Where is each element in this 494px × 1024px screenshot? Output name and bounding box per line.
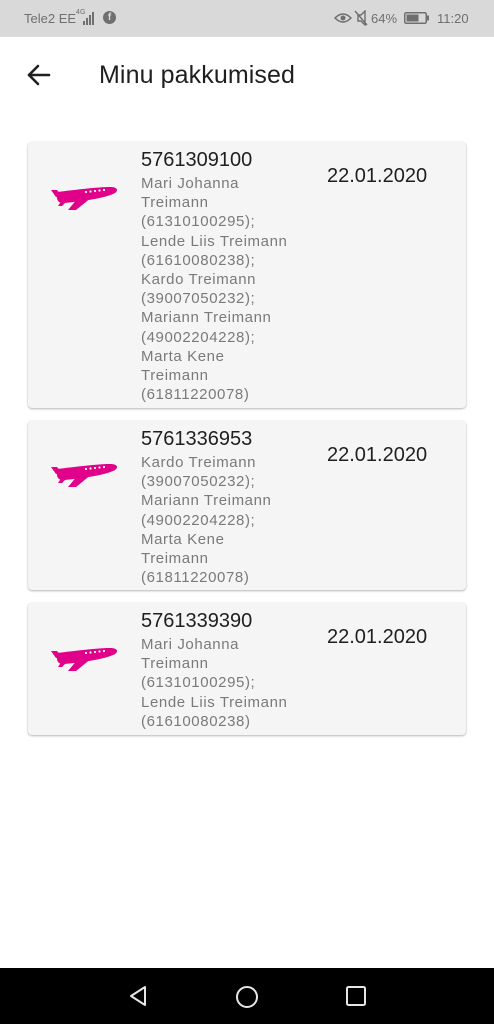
offer-card[interactable]: 5761336953 22.01.2020 Kardo Treimann (39…	[28, 421, 466, 590]
passenger-line: (61811220078)	[141, 386, 250, 404]
passenger-line: (49002204228);	[141, 328, 256, 346]
passenger-line: (39007050232);	[141, 473, 256, 491]
offer-card[interactable]: 5761339390 22.01.2020 Mari Johanna Treim…	[28, 603, 466, 735]
triangle-back-icon[interactable]	[125, 983, 151, 1009]
passenger-line: Mariann Treimann	[141, 309, 272, 327]
passenger-line: Treimann	[141, 655, 209, 673]
passenger-line: Marta Kene	[141, 530, 225, 548]
offer-date: 22.01.2020	[327, 165, 428, 187]
eye-comfort-icon	[334, 13, 352, 23]
passenger-line: Marta Kene	[141, 347, 225, 365]
facebook-icon: f	[103, 11, 116, 24]
passenger-line: Treimann	[141, 367, 209, 385]
battery-icon	[404, 12, 429, 24]
offer-number: 5761336953	[141, 428, 253, 450]
passenger-line: Kardo Treimann	[141, 454, 257, 471]
app-bar: Minu pakkumised	[0, 37, 494, 117]
passenger-line: (61811220078)	[141, 569, 250, 587]
passenger-line: (61310100295);	[141, 674, 256, 692]
page-title: Minu pakkumised	[99, 61, 296, 89]
passenger-line: (61610080238)	[141, 712, 251, 730]
passenger-list: Mari Johanna Treimann (61310100295); Len…	[141, 174, 287, 404]
battery-percent: 64%	[371, 11, 398, 26]
mute-icon	[354, 10, 368, 26]
passenger-list: Mari Johanna Treimann (61310100295); Len…	[141, 635, 287, 731]
passenger-line: Mari Johanna	[141, 175, 240, 192]
offer-number: 5761339390	[141, 610, 253, 632]
square-recents-icon[interactable]	[344, 984, 368, 1008]
passenger-line: (61310100295);	[141, 213, 256, 231]
offer-card[interactable]: 5761309100 22.01.2020 Mari Johanna Treim…	[28, 142, 466, 408]
status-bar: Tele2 EE4G f 64% 11:20	[0, 0, 494, 37]
passenger-line: Treimann	[141, 194, 209, 212]
passenger-line: Mariann Treimann	[141, 492, 272, 510]
signal-icon	[83, 12, 94, 25]
airplane-icon	[51, 187, 118, 210]
offer-date: 22.01.2020	[327, 444, 428, 466]
circle-home-icon[interactable]	[234, 984, 260, 1010]
passenger-list: Kardo Treimann (39007050232); Mariann Tr…	[141, 453, 272, 587]
back-arrow-icon[interactable]	[20, 57, 56, 93]
airplane-icon	[51, 464, 118, 487]
passenger-line: (49002204228);	[141, 511, 256, 529]
offer-number: 5761309100	[141, 149, 253, 171]
status-carrier: Tele2 EE4G	[24, 9, 86, 26]
passenger-line: Lende Liis Treimann	[141, 693, 288, 711]
airplane-icon	[51, 648, 118, 671]
offer-date: 22.01.2020	[327, 626, 428, 648]
passenger-line: (61610080238);	[141, 251, 256, 269]
passenger-line: Treimann	[141, 550, 209, 568]
passenger-line: Lende Liis Treimann	[141, 232, 288, 250]
clock: 11:20	[437, 11, 469, 26]
passenger-line: Mari Johanna	[141, 636, 240, 653]
system-nav-bar	[0, 968, 494, 1024]
passenger-line: Kardo Treimann	[141, 271, 257, 289]
passenger-line: (39007050232);	[141, 290, 256, 308]
